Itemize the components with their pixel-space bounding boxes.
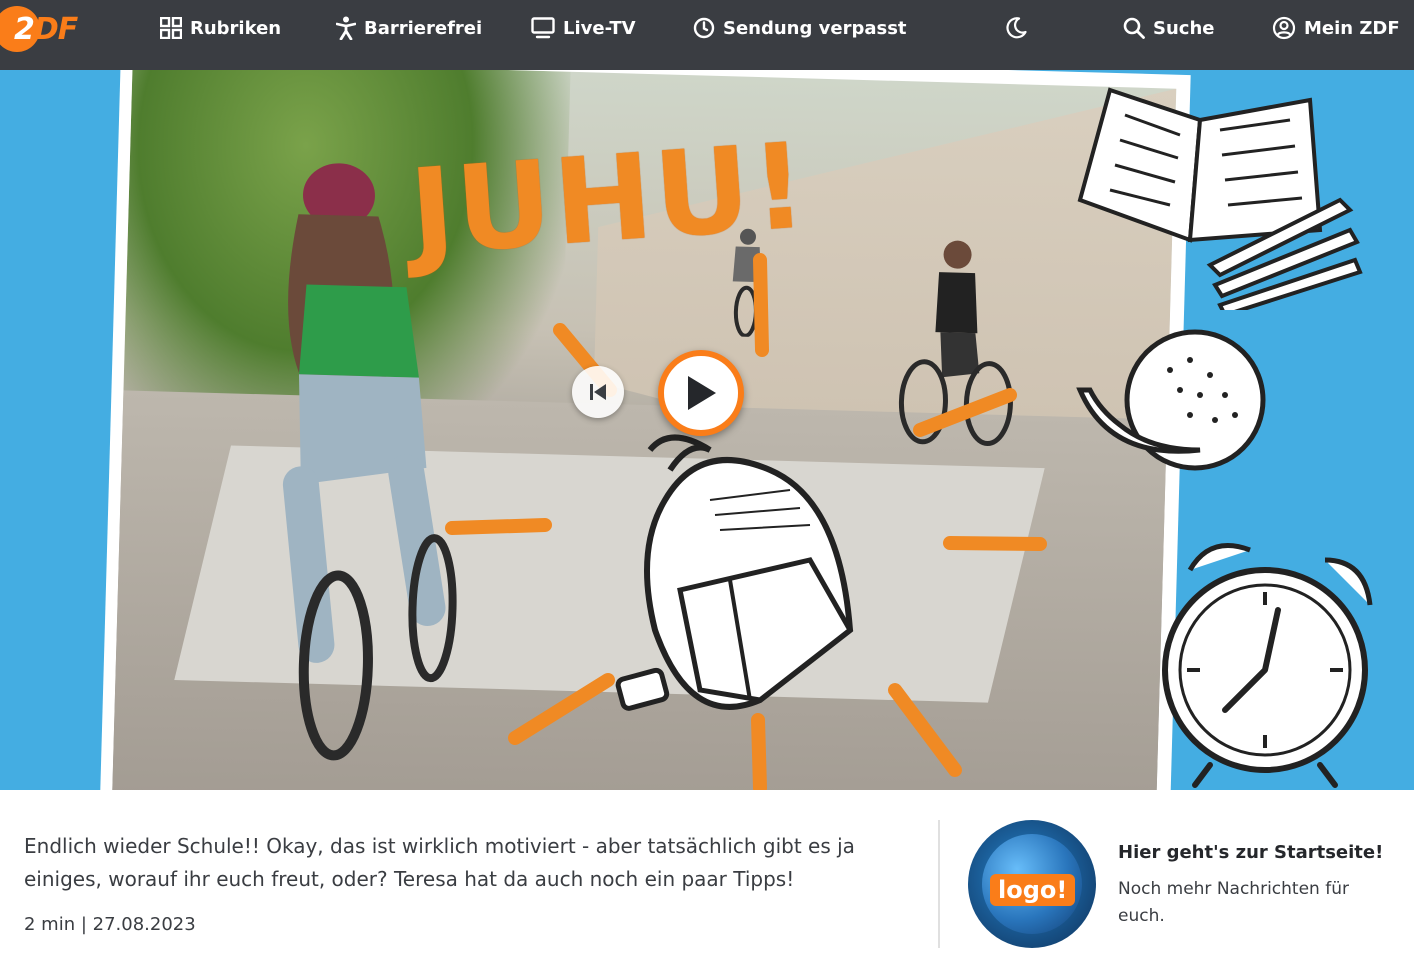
- nav-mein-zdf[interactable]: Mein ZDF: [1272, 0, 1400, 56]
- video-info: Endlich wieder Schule!! Okay, das ist wi…: [0, 790, 1414, 957]
- logo-teaser-thumbnail[interactable]: logo!: [968, 820, 1096, 948]
- nav-sendung-verpasst-label: Sendung verpasst: [723, 17, 907, 39]
- search-icon: [1123, 17, 1145, 39]
- nav-suche[interactable]: Suche: [1123, 0, 1214, 56]
- teaser-subtitle: Noch mehr Nachrichten für euch.: [1118, 879, 1349, 926]
- nav-rubriken[interactable]: Rubriken: [160, 0, 281, 56]
- backpack-doodle: [615, 434, 854, 711]
- tv-icon: [531, 17, 555, 39]
- nav-suche-label: Suche: [1153, 17, 1215, 39]
- logo-text: 2DF: [14, 12, 78, 47]
- alarm-clock-doodle: [1162, 543, 1373, 788]
- teaser-title-link[interactable]: Hier geht's zur Startseite!: [1118, 842, 1383, 863]
- nav-live-tv[interactable]: Live-TV: [531, 0, 636, 56]
- logo-badge: logo!: [990, 874, 1076, 906]
- clock-icon: [693, 17, 715, 39]
- video-hero[interactable]: JUHU!: [0, 70, 1414, 790]
- grid-icon: [160, 17, 182, 39]
- top-navbar: 2DF Rubriken Barrierefrei Live-TV Sendun…: [0, 0, 1414, 70]
- play-button[interactable]: [658, 350, 744, 436]
- divider: [938, 820, 940, 948]
- nav-barrierefrei-label: Barrierefrei: [364, 17, 483, 39]
- skip-back-icon: [590, 384, 606, 400]
- book-doodle: [1077, 87, 1363, 310]
- dark-mode-toggle[interactable]: [1004, 0, 1028, 56]
- nav-barrierefrei[interactable]: Barrierefrei: [336, 0, 482, 56]
- nav-sendung-verpasst[interactable]: Sendung verpasst: [693, 0, 907, 56]
- video-description: Endlich wieder Schule!! Okay, das ist wi…: [24, 834, 855, 891]
- zdf-logo[interactable]: 2DF: [0, 6, 86, 52]
- moon-icon: [1006, 17, 1027, 39]
- replay-button[interactable]: [572, 366, 624, 418]
- accessibility-icon: [336, 16, 356, 40]
- nav-mein-zdf-label: Mein ZDF: [1304, 17, 1400, 39]
- fruit-doodle: [1076, 329, 1266, 471]
- video-meta: 2 min | 27.08.2023: [24, 914, 196, 935]
- user-icon: [1272, 16, 1296, 40]
- nav-rubriken-label: Rubriken: [190, 17, 282, 39]
- play-icon: [688, 376, 716, 410]
- nav-live-tv-label: Live-TV: [563, 17, 636, 39]
